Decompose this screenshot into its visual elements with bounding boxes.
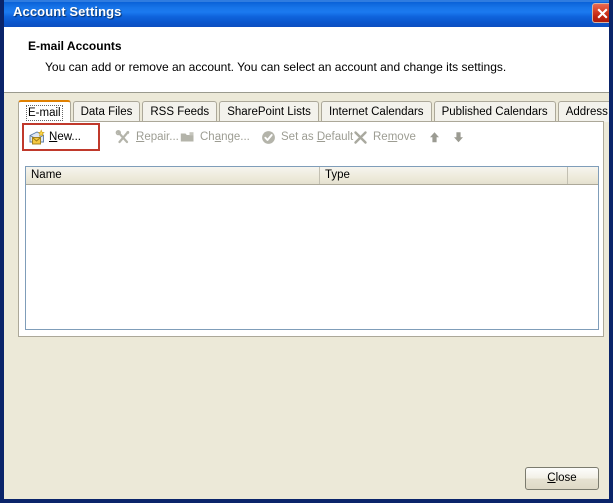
tab-internet-calendars[interactable]: Internet Calendars: [320, 101, 432, 122]
arrow-down-icon: [450, 129, 467, 146]
close-button[interactable]: Close: [525, 467, 599, 490]
new-account-label: New...: [49, 131, 81, 143]
set-as-default-label: Set as Default: [281, 131, 354, 143]
column-header-extra[interactable]: [568, 167, 598, 184]
repair-account-button[interactable]: Repair...: [112, 126, 182, 148]
move-up-button[interactable]: [423, 126, 446, 148]
tab-published-calendars-label: Published Calendars: [441, 106, 548, 118]
tab-rss-feeds-label: RSS Feeds: [150, 106, 210, 118]
tab-address-books-label: Address Books: [565, 106, 609, 118]
tab-email[interactable]: E-mail: [18, 100, 71, 122]
close-x-icon: [597, 8, 608, 19]
window-close-button[interactable]: [592, 3, 609, 23]
change-account-button[interactable]: Change...: [176, 126, 253, 148]
repair-account-label: Repair...: [136, 131, 179, 143]
remove-x-icon: [352, 129, 369, 146]
accounts-toolbar: New... Repair... Change... Set as Defaul…: [19, 122, 603, 152]
tab-rss-feeds[interactable]: RSS Feeds: [142, 101, 218, 122]
close-button-label: Close: [547, 472, 577, 484]
tab-internet-calendars-label: Internet Calendars: [328, 106, 424, 118]
tab-strip: E-mail Data Files RSS Feeds SharePoint List…: [18, 100, 609, 122]
remove-account-button[interactable]: Remove: [349, 126, 419, 148]
new-account-button[interactable]: New...: [25, 126, 84, 148]
instruction-header: E-mail Accounts You can add or remove an…: [4, 27, 609, 93]
column-header-name[interactable]: Name: [26, 167, 320, 184]
check-circle-icon: [260, 129, 277, 146]
account-settings-dialog: Account Settings E-mail Accounts You can…: [0, 0, 613, 503]
remove-account-label: Remove: [373, 131, 416, 143]
window-title: Account Settings: [13, 4, 122, 19]
page-description: You can add or remove an account. You ca…: [45, 60, 507, 74]
arrow-up-icon: [426, 129, 443, 146]
email-tab-panel: New... Repair... Change... Set as Defaul…: [18, 121, 604, 337]
new-mail-account-icon: [28, 128, 45, 146]
accounts-list-header: Name Type: [26, 167, 598, 185]
tab-data-files[interactable]: Data Files: [72, 101, 141, 122]
tab-email-label: E-mail: [26, 105, 63, 121]
accounts-list-view[interactable]: Name Type: [25, 166, 599, 330]
set-as-default-button[interactable]: Set as Default: [257, 126, 356, 148]
tab-sharepoint-lists-label: SharePoint Lists: [227, 106, 311, 118]
change-folder-icon: [179, 129, 196, 146]
tab-published-calendars[interactable]: Published Calendars: [433, 101, 556, 122]
accounts-list-body[interactable]: [26, 185, 598, 329]
page-title: E-mail Accounts: [28, 39, 122, 53]
repair-tools-icon: [115, 129, 132, 146]
tab-address-books[interactable]: Address Books: [557, 101, 609, 122]
tab-data-files-label: Data Files: [80, 106, 133, 118]
change-account-label: Change...: [200, 131, 250, 143]
window-title-bar: Account Settings: [4, 0, 609, 27]
move-down-button[interactable]: [447, 126, 470, 148]
tab-sharepoint-lists[interactable]: SharePoint Lists: [219, 101, 319, 122]
column-header-type[interactable]: Type: [320, 167, 568, 184]
